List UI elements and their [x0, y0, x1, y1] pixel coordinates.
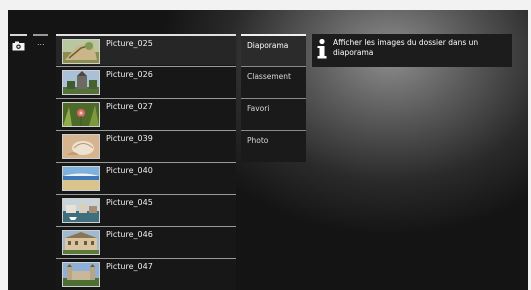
menu-item-favori[interactable]: Favori — [241, 98, 306, 130]
picture-label: Picture_025 — [106, 39, 153, 48]
menu-item-label: Classement — [247, 72, 291, 81]
source-column — [9, 34, 56, 290]
info-description: Afficher les images du dossier dans un d… — [333, 38, 479, 57]
orchard-thumbnail — [62, 39, 100, 64]
picture-item-039[interactable]: Picture_039 — [56, 130, 236, 161]
harbor-thumbnail — [62, 198, 100, 223]
picture-item-046[interactable]: Picture_046 — [56, 226, 236, 257]
left-frame — [0, 0, 8, 290]
source-selected-indicator — [10, 34, 27, 36]
menu-item-photo[interactable]: Photo — [241, 130, 306, 162]
picture-label: Picture_047 — [106, 262, 153, 271]
more-sources-label[interactable]: ... — [37, 38, 45, 47]
shell-thumbnail — [62, 134, 100, 159]
picture-item-026[interactable]: Picture_026 — [56, 66, 236, 97]
picture-item-047[interactable]: Picture_047 — [56, 258, 236, 289]
menu-item-classement[interactable]: Classement — [241, 66, 306, 98]
picture-label: Picture_026 — [106, 70, 153, 79]
camera-icon[interactable] — [12, 41, 25, 51]
beach-thumbnail — [62, 166, 100, 191]
menu-item-label: Diaporama — [247, 41, 289, 50]
picture-label: Picture_045 — [106, 198, 153, 207]
picture-label: Picture_046 — [106, 230, 153, 239]
menu-item-diaporama[interactable]: Diaporama — [241, 34, 306, 66]
picture-item-025[interactable]: Picture_025 — [56, 34, 236, 65]
flower-thumbnail — [62, 102, 100, 127]
building-thumbnail — [62, 230, 100, 255]
picture-item-027[interactable]: Picture_027 — [56, 98, 236, 129]
top-frame — [0, 0, 531, 10]
castle-thumbnail — [62, 262, 100, 287]
info-icon — [317, 38, 327, 59]
picture-label: Picture_039 — [106, 134, 153, 143]
menu-item-label: Favori — [247, 104, 270, 113]
picture-item-040[interactable]: Picture_040 — [56, 162, 236, 193]
more-sources-indicator — [33, 34, 48, 36]
picture-label: Picture_027 — [106, 102, 153, 111]
menu-item-label: Photo — [247, 136, 269, 145]
picture-item-045[interactable]: Picture_045 — [56, 194, 236, 225]
church-thumbnail — [62, 70, 100, 95]
picture-label: Picture_040 — [106, 166, 153, 175]
